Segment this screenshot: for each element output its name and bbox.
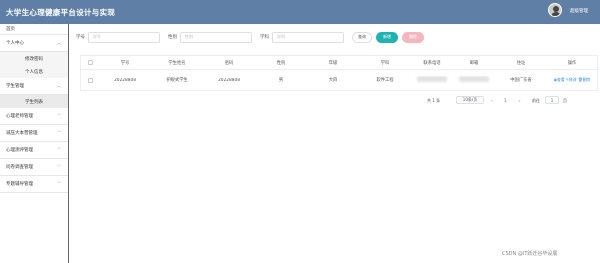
sidebar: 首页 个人中心 ︿ 修改密码 个人信息 学生管理 ︿ 学生列表 心理老师管理 ﹀… [0, 24, 69, 263]
student-id-label: 学号 [76, 35, 85, 40]
sidebar-group-stress-camp[interactable]: 减压大本营管理 ﹀ [0, 125, 68, 142]
page-size-select[interactable]: 10条/页 [456, 96, 484, 104]
subject-label: 学科 [260, 35, 269, 40]
chevron-down-icon: ﹀ [57, 164, 61, 169]
subject-input[interactable]: 学科 [272, 31, 344, 43]
student-table: 学号 学生姓名 密码 性别 年级 学科 联系电话 邮箱 住址 操作 202288… [80, 55, 598, 91]
row-checkbox[interactable] [87, 77, 93, 83]
next-page-icon[interactable]: › [519, 98, 521, 103]
sidebar-item-profile[interactable]: 个人信息 [0, 65, 68, 78]
column-header: 年级 [328, 60, 338, 66]
prev-page-icon[interactable]: ‹ [491, 98, 493, 103]
table-cell: 中国广东省 [510, 78, 532, 83]
sidebar-group-assessment[interactable]: 心理测评管理 ﹀ [0, 142, 68, 159]
user-name[interactable]: 超级管理 [570, 8, 588, 14]
goto-input[interactable]: 1 [545, 96, 559, 104]
sidebar-item-student-list[interactable]: 学生列表 [0, 95, 68, 108]
gender-label: 性别 [168, 35, 177, 40]
chevron-down-icon: ﹀ [57, 181, 61, 186]
search-bar: 学号 学号 性别 性别 学科 学科 查询 新增 删除 [76, 30, 596, 44]
column-header: 学科 [380, 60, 390, 66]
column-header: 联系电话 [423, 60, 441, 66]
select-all-checkbox[interactable] [87, 60, 93, 65]
table-cell: 男 [278, 78, 284, 83]
app-title: 大学生心理健康平台设计与实现 [6, 7, 116, 17]
chevron-down-icon: ﹀ [57, 113, 61, 118]
column-header: 操作 [567, 60, 577, 66]
total-count: 共 1 条 [427, 98, 441, 103]
sidebar-group-label: 心理老师管理 [6, 114, 33, 119]
goto-suffix: 页 [563, 98, 567, 103]
delete-link[interactable]: 删除 [583, 77, 591, 82]
top-bar: 大学生心理健康平台设计与实现 超级管理 [0, 0, 600, 24]
sidebar-group-label: 减压大本营管理 [6, 131, 38, 136]
redacted-phone [417, 76, 447, 82]
table-cell: 20228808 [218, 77, 240, 83]
table-row[interactable]: 20228808 护眼式学生 20228808 男 大四 软件工程 中国广东省 … [81, 70, 597, 90]
sidebar-item-home[interactable]: 首页 [0, 24, 68, 35]
sidebar-group-personal[interactable]: 个人中心 ︿ [0, 35, 68, 52]
sidebar-group-students[interactable]: 学生管理 ︿ [0, 78, 68, 95]
add-button[interactable]: 新增 [376, 31, 398, 43]
sidebar-group-label: 心理测评管理 [6, 148, 33, 153]
query-button[interactable]: 查询 [352, 31, 372, 43]
column-header: 邮箱 [469, 60, 479, 66]
view-link[interactable]: 查看 [557, 77, 565, 82]
table-cell: 护眼式学生 [166, 78, 188, 83]
table-cell: 软件工程 [376, 78, 394, 83]
sidebar-group-label: 问卷调查管理 [6, 165, 33, 170]
row-actions: ◉查看 ✎修改 🗑删除 [547, 77, 597, 83]
column-header: 学生姓名 [168, 60, 186, 66]
chevron-up-icon: ︿ [57, 40, 61, 45]
main-content: 学号 学号 性别 性别 学科 学科 查询 新增 删除 学号 学生姓名 密码 性别… [76, 30, 598, 104]
avatar[interactable] [548, 3, 562, 17]
student-id-input[interactable]: 学号 [88, 31, 160, 43]
redacted-email [459, 76, 489, 82]
column-header: 住址 [516, 60, 526, 66]
watermark: CSDN @IT跃迁谷毕设展 [502, 251, 558, 257]
page-number[interactable]: 1 [504, 98, 507, 103]
sidebar-group-teachers[interactable]: 心理老师管理 ﹀ [0, 108, 68, 125]
delete-button[interactable]: 删除 [402, 31, 424, 43]
table-cell: 20228808 [114, 77, 136, 83]
pagination: 共 1 条 10条/页 ‹ 1 › 前往 1 页 [76, 96, 596, 106]
gender-input[interactable]: 性别 [180, 31, 252, 43]
table-cell: 大四 [328, 78, 338, 83]
sidebar-item-change-password[interactable]: 修改密码 [0, 52, 68, 65]
sidebar-group-counseling[interactable]: 专题辅导管理 ﹀ [0, 176, 68, 193]
column-header: 性别 [276, 60, 286, 66]
table-header-row: 学号 学生姓名 密码 性别 年级 学科 联系电话 邮箱 住址 操作 [81, 56, 597, 70]
sidebar-group-survey[interactable]: 问卷调查管理 ﹀ [0, 159, 68, 176]
edit-link[interactable]: 修改 [569, 77, 577, 82]
sidebar-group-label: 专题辅导管理 [6, 182, 33, 187]
chevron-up-icon: ︿ [57, 83, 61, 88]
column-header: 密码 [224, 60, 234, 66]
column-header: 学号 [120, 60, 130, 66]
chevron-down-icon: ﹀ [57, 147, 61, 152]
goto-label: 前往 [532, 98, 540, 103]
sidebar-group-label: 学生管理 [6, 84, 24, 89]
sidebar-group-label: 个人中心 [6, 41, 24, 46]
chevron-down-icon: ﹀ [57, 130, 61, 135]
